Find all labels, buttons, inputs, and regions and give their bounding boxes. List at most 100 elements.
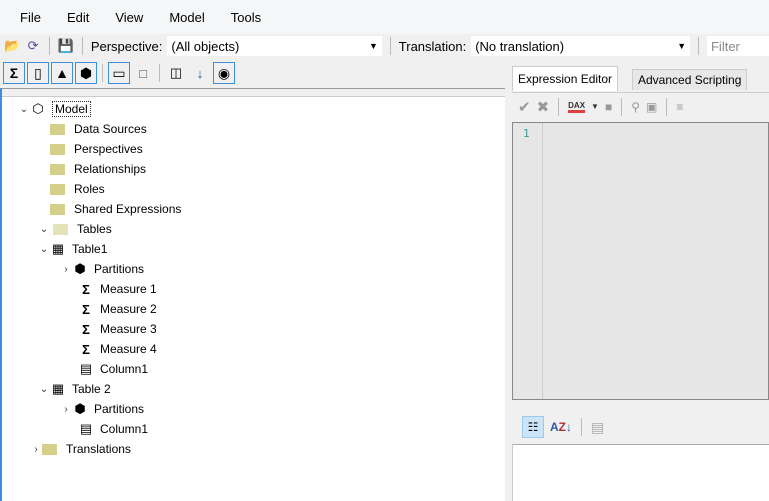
tree-item[interactable]: Perspectives bbox=[50, 139, 143, 159]
chevron-down-icon[interactable]: ⌄ bbox=[38, 384, 50, 395]
separator bbox=[102, 64, 103, 82]
tree-item[interactable]: Relationships bbox=[50, 159, 146, 179]
tree-item[interactable]: ⌄ Tables bbox=[38, 219, 112, 239]
chevron-down-icon[interactable]: ⌄ bbox=[38, 224, 50, 235]
separator bbox=[48, 37, 50, 55]
tree-item-label: Shared Expressions bbox=[74, 202, 182, 216]
tree-item[interactable]: › ⬢ Partitions bbox=[60, 259, 144, 279]
separator bbox=[666, 97, 668, 116]
tree-item-label: Column1 bbox=[100, 422, 149, 436]
dependencies-icon[interactable]: ■ bbox=[605, 100, 612, 114]
tab-expression-editor[interactable]: Expression Editor bbox=[512, 66, 619, 91]
show-hierarchies-button[interactable]: ▲ bbox=[51, 62, 73, 84]
folder-icon bbox=[50, 123, 65, 135]
tree-item[interactable]: ⌄ ▦ Table 2 bbox=[38, 379, 111, 399]
property-grid[interactable] bbox=[512, 444, 769, 501]
right-panel: Expression Editor Advanced Scripting ✔ ✖… bbox=[508, 66, 769, 501]
translation-value: (No translation) bbox=[475, 38, 565, 54]
property-pages-icon[interactable]: ▤ bbox=[591, 419, 604, 436]
tree-item[interactable]: › ⬢ Partitions bbox=[60, 399, 144, 419]
perspective-label: Perspective: bbox=[90, 38, 163, 54]
menu-view[interactable]: View bbox=[115, 10, 143, 25]
line-number: 1 bbox=[523, 127, 530, 140]
dax-formatter-icon[interactable]: DAX bbox=[568, 101, 586, 113]
property-grid-toolbar: ☷ AZ↓ ▤ bbox=[512, 412, 769, 442]
metadata-info-button[interactable]: ◉ bbox=[213, 62, 235, 84]
tree-item[interactable]: Σ Measure 2 bbox=[78, 299, 157, 319]
save-icon[interactable]: 💾 bbox=[58, 37, 74, 55]
separator bbox=[389, 37, 391, 55]
chevron-down-icon[interactable]: ▼ bbox=[591, 102, 599, 111]
chevron-right-icon[interactable]: › bbox=[60, 264, 72, 275]
show-columns-button[interactable]: ▯ bbox=[27, 62, 49, 84]
open-icon[interactable]: 📂 bbox=[4, 37, 20, 55]
columns-view-button[interactable]: ◫ bbox=[165, 62, 187, 84]
menu-model[interactable]: Model bbox=[169, 10, 204, 25]
show-hidden-button[interactable]: □ bbox=[132, 62, 154, 84]
tree-item[interactable]: Σ Measure 3 bbox=[78, 319, 157, 339]
line-number-gutter: 1 bbox=[513, 123, 543, 399]
tree-item-label: Partitions bbox=[94, 402, 145, 416]
expression-editor[interactable]: 1 bbox=[512, 122, 769, 400]
tree-item-label: Measure 1 bbox=[100, 282, 157, 296]
categorized-icon[interactable]: ☷ bbox=[522, 416, 544, 438]
tree-item[interactable]: Σ Measure 4 bbox=[78, 339, 157, 359]
display-folders-button[interactable]: ▭ bbox=[108, 62, 130, 84]
tab-label: Advanced Scripting bbox=[638, 73, 742, 87]
folder-open-icon bbox=[53, 223, 68, 235]
tree-item-label: Translations bbox=[66, 442, 131, 456]
tree-item[interactable]: Shared Expressions bbox=[50, 199, 181, 219]
separator bbox=[698, 37, 699, 55]
measure-icon: Σ bbox=[82, 341, 90, 357]
tree-item-label: Relationships bbox=[74, 162, 147, 176]
tree-item[interactable]: ▤ Column1 bbox=[78, 359, 148, 379]
separator bbox=[558, 97, 560, 116]
tree-item[interactable]: › Translations bbox=[30, 439, 131, 459]
menu-edit[interactable]: Edit bbox=[67, 10, 89, 25]
tree-item[interactable]: ⌄ ▦ Table1 bbox=[38, 239, 108, 259]
tree-item-label: Perspectives bbox=[74, 142, 143, 156]
tree-toolbar: Σ ▯ ▲ ⬢ ▭ □ ◫ ↓ ◉ bbox=[0, 60, 505, 86]
tab-advanced-scripting[interactable]: Advanced Scripting bbox=[632, 69, 748, 90]
cancel-icon[interactable]: ✖ bbox=[537, 98, 550, 116]
separator bbox=[81, 37, 83, 55]
perspective-dropdown[interactable]: (All objects) ▼ bbox=[167, 36, 382, 56]
column-icon: ▤ bbox=[79, 421, 93, 436]
column-icon: ▤ bbox=[79, 361, 93, 376]
separator bbox=[159, 64, 160, 82]
tree-item-label: Measure 2 bbox=[100, 302, 157, 316]
filter-input[interactable]: Filter bbox=[706, 36, 769, 56]
menu-bar: File Edit View Model Tools bbox=[0, 0, 769, 34]
tree-item-label: Table 2 bbox=[72, 382, 111, 396]
editor-toolbar: ✔ ✖ DAX ▼ ■ ⚲ ▣ ≡ bbox=[512, 92, 769, 120]
chevron-right-icon[interactable]: › bbox=[30, 444, 42, 455]
chevron-down-icon[interactable]: ⌄ bbox=[38, 244, 50, 255]
accept-icon[interactable]: ✔ bbox=[518, 98, 531, 116]
chevron-down-icon: ▼ bbox=[368, 41, 378, 51]
tab-label: Expression Editor bbox=[518, 72, 613, 86]
menu-tools[interactable]: Tools bbox=[231, 10, 261, 25]
tree-item-label: Column1 bbox=[100, 362, 149, 376]
tree-item[interactable]: Data Sources bbox=[50, 119, 147, 139]
tree-item[interactable]: ⌄ ⬡ Model bbox=[18, 99, 91, 119]
tree-item[interactable]: Σ Measure 1 bbox=[78, 279, 157, 299]
partitions-icon: ⬢ bbox=[74, 261, 86, 276]
menu-file[interactable]: File bbox=[20, 10, 41, 25]
tree-item-label: Data Sources bbox=[74, 122, 147, 136]
tree-item[interactable]: Roles bbox=[50, 179, 105, 199]
chevron-right-icon[interactable]: › bbox=[60, 404, 72, 415]
table-icon: ▦ bbox=[51, 241, 65, 256]
find-icon[interactable]: ⚲ bbox=[631, 100, 640, 114]
translation-dropdown[interactable]: (No translation) ▼ bbox=[471, 36, 691, 56]
tree-item[interactable]: ▤ Column1 bbox=[78, 419, 148, 439]
replace-icon[interactable]: ▣ bbox=[646, 100, 657, 114]
sort-alphabetical-icon[interactable]: AZ↓ bbox=[550, 420, 572, 434]
refresh-model-icon[interactable]: ⟳ bbox=[25, 37, 41, 55]
perspective-value: (All objects) bbox=[171, 38, 240, 54]
partitions-icon: ⬢ bbox=[74, 401, 86, 416]
comment-icon[interactable]: ≡ bbox=[676, 100, 683, 114]
show-measures-button[interactable]: Σ bbox=[3, 62, 25, 84]
chevron-down-icon[interactable]: ⌄ bbox=[18, 104, 30, 115]
show-partitions-button[interactable]: ⬢ bbox=[75, 62, 97, 84]
sort-button[interactable]: ↓ bbox=[189, 62, 211, 84]
